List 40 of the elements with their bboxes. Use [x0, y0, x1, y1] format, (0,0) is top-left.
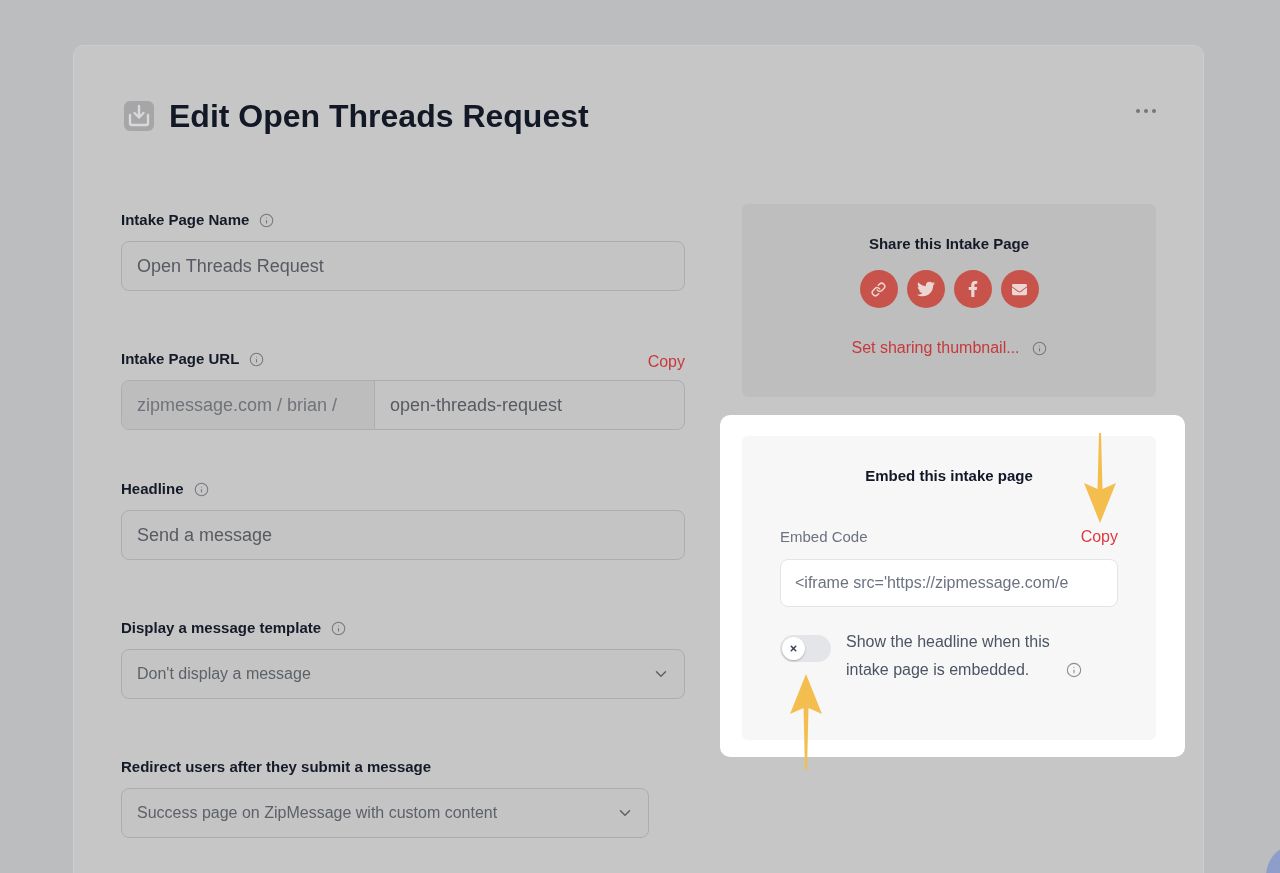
- copy-link[interactable]: Copy: [1080, 525, 1118, 549]
- embed-title: Embed this intake page: [865, 466, 1033, 486]
- select-dropdown[interactable]: Success page on ZipMessage with custom content: [121, 788, 649, 838]
- arrow-icon: [789, 674, 823, 770]
- download-tray-icon: [124, 101, 154, 131]
- select-dropdown[interactable]: Don't display a message: [121, 649, 685, 699]
- info-icon[interactable]: [259, 212, 275, 228]
- info-icon[interactable]: [1031, 340, 1047, 356]
- field-label: Display a message template: [121, 617, 322, 638]
- thumbnail-link[interactable]: Set sharing thumbnail...: [851, 336, 1020, 360]
- info-icon[interactable]: [193, 481, 209, 497]
- envelope-icon: [1012, 281, 1027, 297]
- arrow-icon: [1083, 433, 1117, 523]
- toggle-switch[interactable]: [780, 635, 831, 662]
- more-options-button[interactable]: [1136, 109, 1156, 113]
- page-title: Edit Open Threads Request: [169, 97, 589, 136]
- share-button[interactable]: [953, 270, 992, 308]
- share-title: Share this Intake Page: [868, 234, 1030, 254]
- embed-code-label: Embed Code: [780, 526, 868, 547]
- info-icon[interactable]: [331, 620, 347, 636]
- toggle-label: Show the headline when this intake page is embedded.: [846, 632, 1051, 680]
- field-label: Intake Page URL: [121, 348, 240, 369]
- text-input[interactable]: Open Threads Request: [121, 241, 685, 291]
- embed-code-field[interactable]: <iframe src='https://zipmessage.com/e: [780, 559, 1118, 607]
- url-slug-input[interactable]: open-threads-request: [375, 381, 684, 429]
- field-label: Intake Page Name: [121, 209, 250, 230]
- text-input[interactable]: Send a message: [121, 510, 685, 560]
- share-button[interactable]: [1000, 270, 1039, 308]
- link-icon: [871, 281, 886, 297]
- url-prefix: zipmessage.com / brian /: [122, 381, 375, 429]
- x-icon: [789, 644, 798, 653]
- field-label: Redirect users after they submit a message: [121, 756, 432, 777]
- more-dots-icon: [1136, 109, 1156, 113]
- info-icon[interactable]: [1066, 662, 1082, 678]
- info-icon[interactable]: [249, 351, 265, 367]
- copy-link[interactable]: Copy: [647, 351, 685, 373]
- field-label: Headline: [121, 478, 184, 499]
- bird-icon: [916, 280, 935, 298]
- share-button[interactable]: [859, 270, 898, 308]
- share-button[interactable]: [906, 270, 945, 308]
